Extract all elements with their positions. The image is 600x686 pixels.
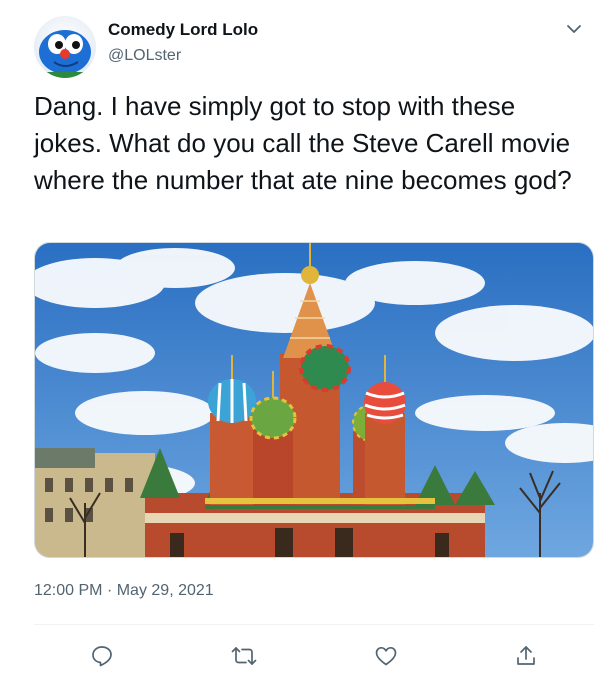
display-name[interactable]: Comedy Lord Lolo	[108, 20, 258, 40]
tweet-text: Dang. I have simply got to stop with the…	[34, 91, 572, 195]
like-button[interactable]	[366, 636, 406, 676]
tweet-image[interactable]	[34, 242, 594, 558]
avatar[interactable]	[34, 16, 96, 78]
heart-icon	[375, 646, 397, 666]
share-icon	[517, 646, 535, 665]
chevron-down-icon[interactable]	[563, 18, 585, 40]
reply-button[interactable]	[82, 636, 122, 676]
timestamp-separator: ·	[106, 582, 113, 599]
share-button[interactable]	[506, 636, 546, 676]
retweet-icon	[231, 647, 257, 665]
divider	[34, 624, 594, 625]
user-handle[interactable]: @LOLster	[108, 47, 181, 65]
reply-icon	[92, 646, 112, 667]
retweet-button[interactable]	[224, 636, 264, 676]
tweet-date[interactable]: May 29, 2021	[117, 582, 214, 599]
tweet-time[interactable]: 12:00 PM	[34, 582, 102, 599]
action-bar	[34, 636, 594, 676]
tweet-timestamp[interactable]: 12:00 PM · May 29, 2021	[34, 582, 214, 600]
